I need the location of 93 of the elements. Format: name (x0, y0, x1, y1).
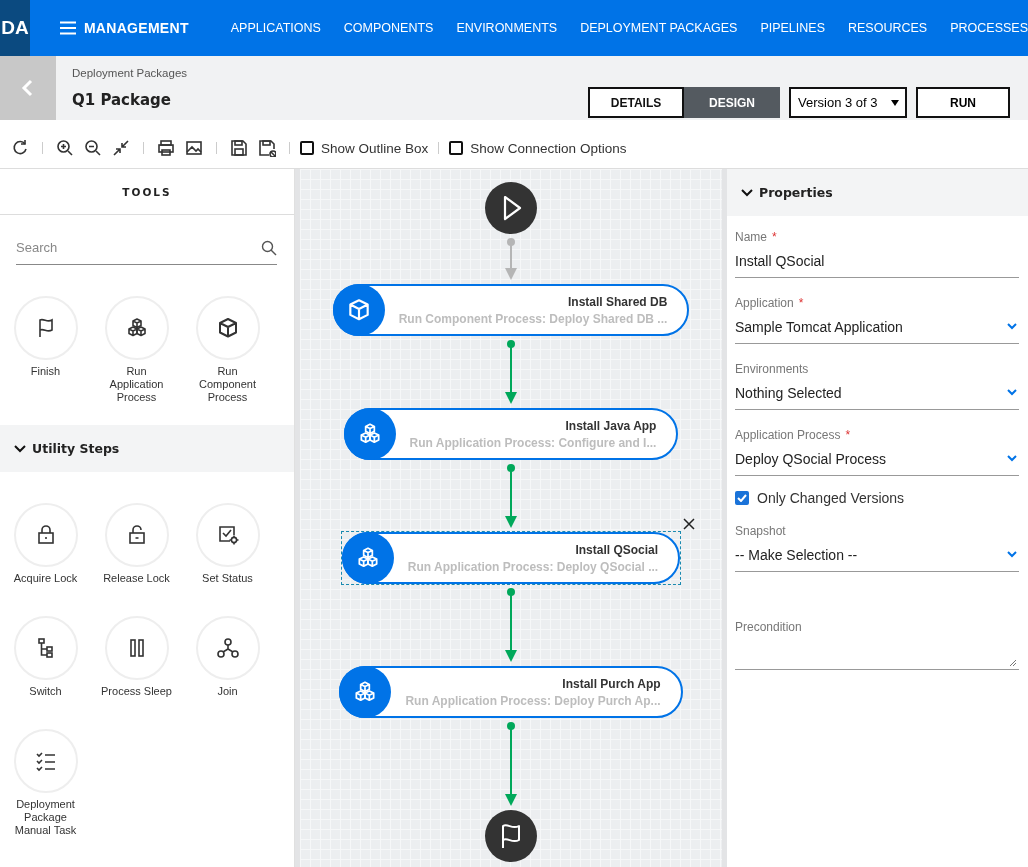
save-blocked-icon[interactable] (258, 139, 276, 157)
field-label: Environments (735, 362, 809, 376)
collapse-arrows-icon[interactable] (112, 139, 130, 157)
nav-link[interactable]: APPLICATIONS (230, 21, 321, 35)
select-dropdown[interactable]: Sample Tomcat Application (735, 310, 1019, 344)
nav-link[interactable]: ENVIRONMENTS (456, 21, 558, 35)
field-label: Snapshot (735, 524, 786, 538)
required-mark: * (845, 428, 851, 442)
view-tab[interactable]: DESIGN (684, 87, 780, 118)
select-dropdown[interactable]: -- Make Selection -- (735, 538, 1019, 572)
step-title: Install Purch App (562, 676, 661, 691)
process-step-node[interactable]: Install Shared DB Run Component Process: Deploy Shared DB ... (332, 284, 690, 336)
tool-label: Finish (29, 365, 62, 378)
required-mark: * (798, 296, 804, 310)
view-tab[interactable]: DETAILS (588, 87, 684, 118)
zoom-in-icon[interactable] (56, 139, 74, 157)
nav-link[interactable]: DEPLOYMENT PACKAGES (580, 21, 738, 35)
section-header[interactable]: Utility Steps (0, 425, 294, 472)
section-header[interactable]: Properties (727, 169, 1028, 216)
chevron-down-icon (1007, 551, 1017, 558)
select-dropdown[interactable]: Nothing Selected (735, 376, 1019, 410)
step-title: Install QSocial (575, 542, 659, 557)
tool-button[interactable] (13, 503, 78, 567)
tool-button[interactable] (195, 503, 260, 567)
management-menu-button[interactable]: MANAGEMENT (59, 20, 189, 36)
checkbox-label: Only Changed Versions (757, 490, 905, 506)
select-dropdown[interactable]: Deploy QSocial Process (735, 442, 1019, 476)
search-field[interactable]: Search (16, 240, 261, 255)
version-dropdown[interactable]: Version 3 of 3 (789, 87, 907, 118)
start-node[interactable] (485, 182, 537, 234)
app-logo[interactable]: DA (0, 0, 30, 56)
process-step-node[interactable]: Install Java App Run Application Process: Configure and I... (343, 408, 679, 460)
step-subtitle: Run Application Process: Configure and I... (409, 435, 657, 450)
print-icon[interactable] (157, 139, 175, 157)
join-nodes-icon (215, 636, 240, 660)
checklist-icon (33, 749, 58, 773)
tool-label: Run Component Process (198, 365, 257, 404)
tool-button[interactable] (195, 296, 260, 360)
nav-link[interactable]: COMPONENTS (343, 21, 434, 35)
caret-icon (891, 99, 899, 106)
close-icon[interactable] (683, 518, 696, 530)
search-icon (261, 239, 277, 256)
resize-grip-icon[interactable] (1009, 659, 1017, 667)
tool-button[interactable] (104, 503, 169, 567)
refresh-icon[interactable] (11, 139, 29, 157)
step-title: Install Java App (565, 418, 657, 433)
step-subtitle: Run Application Process: Deploy QSocial ... (407, 559, 659, 574)
step-subtitle: Run Component Process: Deploy Shared DB ... (398, 311, 668, 326)
field-label: Precondition (735, 620, 802, 634)
tool-label: Join (216, 685, 239, 698)
tool-label: Acquire Lock (12, 572, 79, 585)
chevron-down-icon (741, 188, 753, 197)
nav-link[interactable]: PROCESSES (950, 21, 1028, 35)
tool-button[interactable] (104, 616, 169, 680)
checkbox-label: Show Connection Options (470, 140, 627, 156)
chevron-down-icon (14, 444, 26, 453)
tool-button[interactable] (13, 616, 78, 680)
image-icon[interactable] (185, 139, 203, 157)
finish-node[interactable] (485, 810, 537, 862)
nav-link[interactable]: PIPELINES (760, 21, 825, 35)
panel-title: TOOLS (0, 169, 294, 215)
text-field[interactable]: Install QSocial (735, 244, 1019, 278)
process-step-node[interactable]: Install Purch App Run Application Process: Deploy Purch Ap... (339, 666, 683, 718)
field-label: Name (735, 230, 767, 244)
run-button[interactable]: RUN (916, 87, 1010, 118)
tool-label: Process Sleep (100, 685, 173, 698)
chevron-down-icon (1007, 389, 1017, 396)
checkbox[interactable] (300, 141, 314, 155)
field-label: Application (735, 296, 794, 310)
tool-label: Deployment Package Manual Task (13, 798, 78, 837)
tool-label: Set Status (201, 572, 254, 585)
chevron-down-icon (1007, 323, 1017, 330)
checkbox[interactable] (449, 141, 464, 155)
process-step-node[interactable]: Install QSocial Run Application Process: Deploy QSocial ... (341, 532, 681, 584)
tool-label: Run Application Process (108, 365, 165, 404)
chevron-left-icon (21, 79, 35, 97)
step-subtitle: Run Application Process: Deploy Purch Ap... (405, 693, 661, 708)
zoom-out-icon[interactable] (84, 139, 102, 157)
page-title: Q1 Package (72, 91, 172, 109)
breadcrumb-link[interactable]: Deployment Packages (72, 67, 188, 79)
chevron-down-icon (1007, 455, 1017, 462)
step-title: Install Shared DB (568, 294, 668, 309)
tool-button[interactable] (104, 296, 169, 360)
tool-button[interactable] (195, 616, 260, 680)
nav-link[interactable]: RESOURCES (848, 21, 928, 35)
checkbox-label: Show Outline Box (321, 140, 429, 156)
field-label: Application Process (735, 428, 841, 442)
menu-icon (59, 21, 76, 35)
tool-label: Switch (28, 685, 63, 698)
required-mark: * (772, 230, 777, 244)
checkbox[interactable] (735, 491, 749, 505)
save-icon[interactable] (230, 139, 248, 157)
tool-label: Release Lock (102, 572, 171, 585)
